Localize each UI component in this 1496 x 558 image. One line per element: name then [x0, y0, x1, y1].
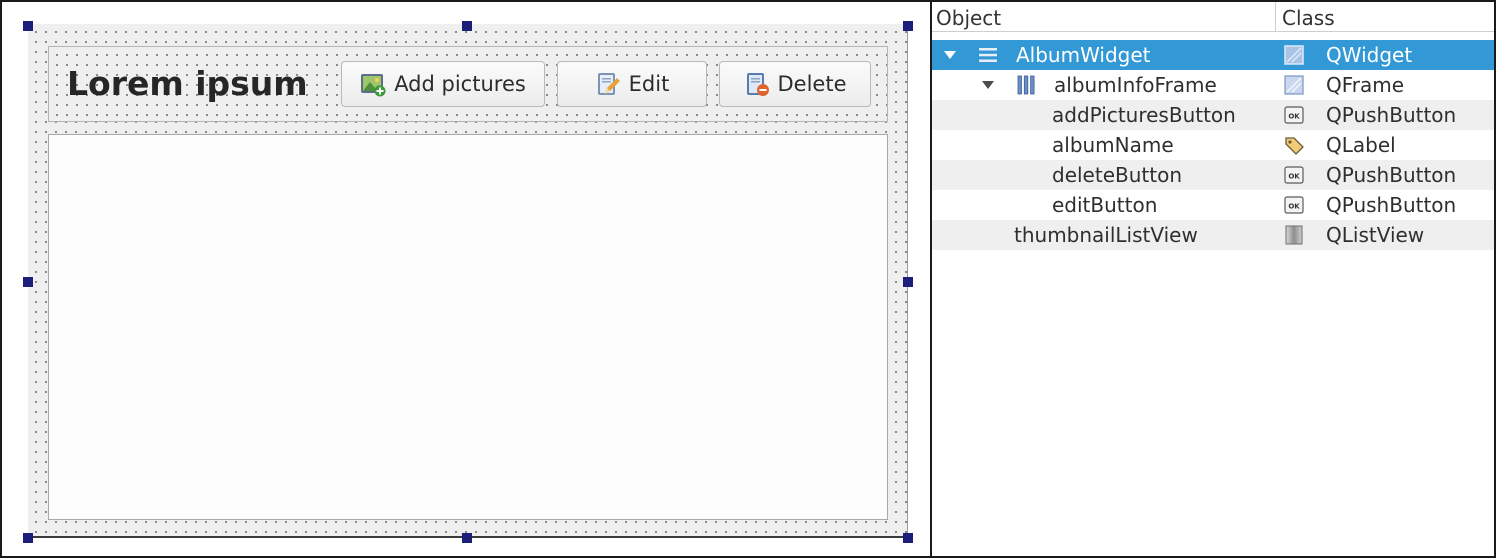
tree-object-name: addPicturesButton — [1052, 103, 1236, 127]
frame-icon — [1284, 75, 1304, 95]
tree-object-name: thumbnailListView — [1014, 223, 1198, 247]
tree-class-name: QWidget — [1326, 43, 1413, 67]
tree-row-add-pictures-button[interactable]: addPicturesButton OK QPushButton — [932, 100, 1494, 130]
album-info-frame[interactable]: Lorem ipsum Add pictures Edit Delete — [48, 46, 888, 122]
tree-row-delete-button[interactable]: deleteButton OK QPushButton — [932, 160, 1494, 190]
resize-handle-bottom-left[interactable] — [23, 533, 33, 543]
inspector-header: Object Class — [932, 2, 1494, 32]
push-button-icon: OK — [1284, 196, 1304, 214]
tree-row-album-widget[interactable]: AlbumWidget QWidget — [932, 40, 1494, 70]
tree-object-name: deleteButton — [1052, 163, 1182, 187]
object-inspector: Object Class AlbumWidget QWidget albumIn… — [930, 0, 1496, 558]
album-widget-form[interactable]: Lorem ipsum Add pictures Edit Delete — [28, 24, 908, 538]
widget-icon — [1284, 45, 1304, 65]
label-tag-icon — [1285, 137, 1304, 155]
edit-button[interactable]: Edit — [557, 61, 707, 107]
tree-class-name: QFrame — [1326, 73, 1405, 97]
column-header-class[interactable]: Class — [1282, 6, 1335, 30]
tree-class-name: QPushButton — [1326, 193, 1457, 217]
tree-class-name: QPushButton — [1326, 103, 1457, 127]
resize-handle-bottom-right[interactable] — [903, 533, 913, 543]
resize-handle-top-center[interactable] — [462, 21, 472, 31]
tree-row-album-info-frame[interactable]: albumInfoFrame QFrame — [932, 70, 1494, 100]
resize-handle-bottom-center[interactable] — [462, 533, 472, 543]
tree-row-thumbnail-list-view[interactable]: thumbnailListView QListView — [932, 220, 1494, 250]
expand-arrow-icon[interactable] — [944, 51, 956, 59]
resize-handle-top-left[interactable] — [23, 21, 33, 31]
layout-horizontal-icon — [1017, 75, 1035, 95]
edit-label: Edit — [628, 72, 670, 96]
tree-row-edit-button[interactable]: editButton OK QPushButton — [932, 190, 1494, 220]
tree-class-name: QPushButton — [1326, 163, 1457, 187]
delete-icon — [746, 73, 769, 96]
tree-object-name: albumName — [1052, 133, 1174, 157]
push-button-icon: OK — [1284, 106, 1304, 124]
resize-handle-middle-right[interactable] — [903, 277, 913, 287]
add-pictures-button[interactable]: Add pictures — [341, 61, 545, 107]
delete-button[interactable]: Delete — [719, 61, 871, 107]
list-view-icon — [1285, 225, 1303, 245]
thumbnail-list-view[interactable] — [48, 134, 888, 520]
svg-text:OK: OK — [1288, 173, 1300, 181]
designer-canvas: Lorem ipsum Add pictures Edit Delete — [0, 0, 930, 558]
expand-arrow-icon[interactable] — [982, 81, 994, 89]
add-pictures-label: Add pictures — [394, 72, 526, 96]
tree-class-name: QListView — [1326, 223, 1425, 247]
tree-row-album-name[interactable]: albumName QLabel — [932, 130, 1494, 160]
tree-class-name: QLabel — [1326, 133, 1396, 157]
edit-icon — [597, 73, 620, 95]
resize-handle-middle-left[interactable] — [23, 277, 33, 287]
object-tree: AlbumWidget QWidget albumInfoFrame QFram… — [932, 40, 1494, 250]
album-name-label[interactable]: Lorem ipsum — [67, 65, 308, 103]
layout-vertical-icon — [979, 48, 997, 62]
column-header-object[interactable]: Object — [936, 6, 1001, 30]
svg-text:OK: OK — [1288, 203, 1300, 211]
resize-handle-top-right[interactable] — [903, 21, 913, 31]
column-separator[interactable] — [1275, 2, 1276, 32]
tree-object-name: AlbumWidget — [1016, 43, 1151, 67]
tree-object-name: editButton — [1052, 193, 1158, 217]
svg-text:OK: OK — [1288, 113, 1300, 121]
add-picture-icon — [361, 74, 386, 97]
tree-object-name: albumInfoFrame — [1054, 73, 1217, 97]
push-button-icon: OK — [1284, 166, 1304, 184]
delete-label: Delete — [777, 72, 847, 96]
